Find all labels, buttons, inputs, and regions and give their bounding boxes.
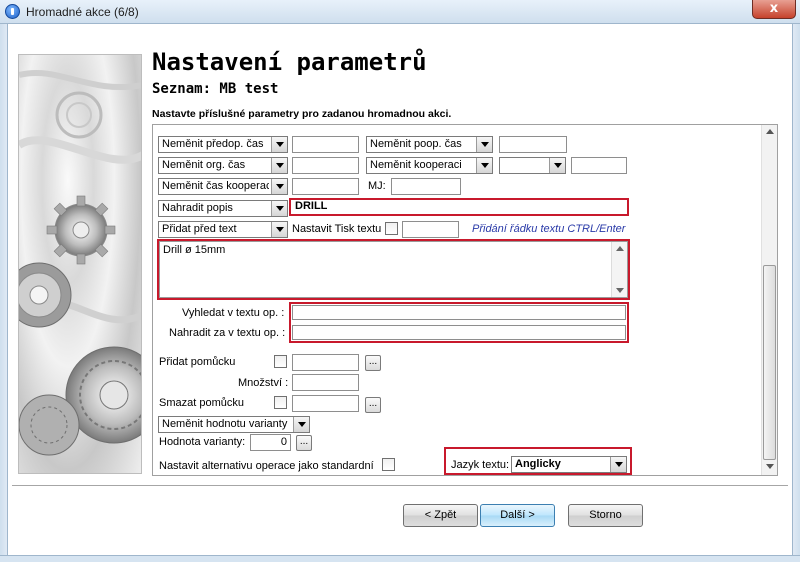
chevron-down-icon[interactable]	[271, 179, 287, 194]
chevron-down-icon[interactable]	[271, 137, 287, 152]
chevron-down-icon[interactable]	[271, 201, 287, 216]
cooperation-time-combo[interactable]: Neměnit čas kooperace	[158, 178, 288, 195]
window-title: Hromadné akce (6/8)	[26, 5, 139, 19]
window-frame-bottom	[0, 555, 800, 562]
mj-label: MJ:	[368, 180, 386, 192]
print-text-field[interactable]	[402, 221, 459, 238]
variant-combo[interactable]: Neměnit hodnotu varianty	[158, 416, 310, 433]
chevron-down-icon[interactable]	[271, 222, 287, 237]
footer-separator	[12, 485, 788, 487]
window-frame-right	[792, 24, 800, 562]
next-button[interactable]: Další >	[480, 504, 555, 527]
add-tool-label: Přidat pomůcku	[159, 356, 236, 368]
alt-operation-label: Nastavit alternativu operace jako standa…	[159, 460, 374, 472]
variant-value-field[interactable]: 0	[250, 434, 291, 451]
back-button[interactable]: < Zpět	[403, 504, 478, 527]
page-title: Nastavení parametrů	[152, 48, 427, 76]
variant-browse-button[interactable]: ...	[296, 435, 312, 451]
operation-text-area[interactable]: Drill ø 15mm	[159, 241, 628, 298]
variant-value-label: Hodnota varianty:	[159, 436, 246, 448]
arrow-down-icon[interactable]	[766, 464, 774, 469]
text-line-hint: Přidání řádku textu CTRL/Enter	[472, 223, 626, 235]
cancel-button[interactable]: Storno	[568, 504, 643, 527]
title-bar: Hromadné akce (6/8) x	[0, 0, 800, 24]
add-tool-browse-button[interactable]: ...	[365, 355, 381, 371]
print-text-checkbox[interactable]	[385, 222, 398, 235]
alt-operation-checkbox[interactable]	[382, 458, 395, 471]
org-time-combo[interactable]: Neměnit org. čas	[158, 157, 288, 174]
chevron-down-icon[interactable]	[293, 417, 309, 432]
window-frame-left	[0, 24, 8, 562]
page-subtitle: Seznam: MB test	[152, 81, 279, 97]
replace-text-label: Nahradit za v textu op. :	[169, 327, 286, 339]
wizard-banner-image	[18, 54, 142, 474]
language-combo[interactable]: Anglicky	[511, 456, 627, 473]
text-position-combo[interactable]: Přidat před text	[158, 221, 288, 238]
remove-tool-checkbox[interactable]	[274, 396, 287, 409]
panel-scrollbar[interactable]	[761, 125, 777, 475]
chevron-down-icon[interactable]	[549, 158, 565, 173]
cooperation-combo[interactable]: Neměnit kooperaci	[366, 157, 493, 174]
mj-field[interactable]	[391, 178, 461, 195]
chevron-down-icon[interactable]	[476, 158, 492, 173]
scroll-thumb[interactable]	[763, 265, 776, 460]
close-button[interactable]: x	[752, 0, 796, 19]
operation-text: Drill ø 15mm	[163, 244, 226, 256]
poop-time-field[interactable]	[499, 136, 567, 153]
remove-tool-field[interactable]	[292, 395, 359, 412]
parameters-panel[interactable]: Neměnit předop. čas Neměnit poop. čas Ne…	[152, 124, 778, 476]
cooperation-time-field[interactable]	[292, 178, 359, 195]
add-tool-checkbox[interactable]	[274, 355, 287, 368]
quantity-field[interactable]	[292, 374, 359, 391]
language-label: Jazyk textu:	[451, 459, 510, 471]
chevron-down-icon[interactable]	[476, 137, 492, 152]
predop-time-combo[interactable]: Neměnit předop. čas	[158, 136, 288, 153]
remove-tool-browse-button[interactable]: ...	[365, 397, 381, 413]
search-text-field[interactable]	[292, 305, 626, 320]
description-action-combo[interactable]: Nahradit popis	[158, 200, 288, 217]
cooperation-partner-combo[interactable]	[499, 157, 566, 174]
quantity-label: Množství :	[238, 377, 289, 389]
app-icon	[5, 4, 20, 19]
remove-tool-label: Smazat pomůcku	[159, 397, 244, 409]
search-text-label: Vyhledat v textu op. :	[182, 307, 285, 319]
gears-icon	[19, 69, 141, 456]
org-time-field[interactable]	[292, 157, 359, 174]
poop-time-combo[interactable]: Neměnit poop. čas	[366, 136, 493, 153]
instruction-text: Nastavte příslušné parametry pro zadanou…	[152, 108, 452, 120]
chevron-down-icon[interactable]	[610, 457, 626, 472]
arrow-up-icon[interactable]	[766, 129, 774, 134]
cooperation-field[interactable]	[571, 157, 627, 174]
predop-time-field[interactable]	[292, 136, 359, 153]
replace-text-field[interactable]	[292, 325, 626, 340]
add-tool-field[interactable]	[292, 354, 359, 371]
text-area-scrollbar[interactable]	[611, 242, 627, 297]
chevron-down-icon[interactable]	[271, 158, 287, 173]
print-text-label: Nastavit Tisk textu	[292, 223, 382, 235]
description-field[interactable]: DRILL	[292, 200, 626, 214]
